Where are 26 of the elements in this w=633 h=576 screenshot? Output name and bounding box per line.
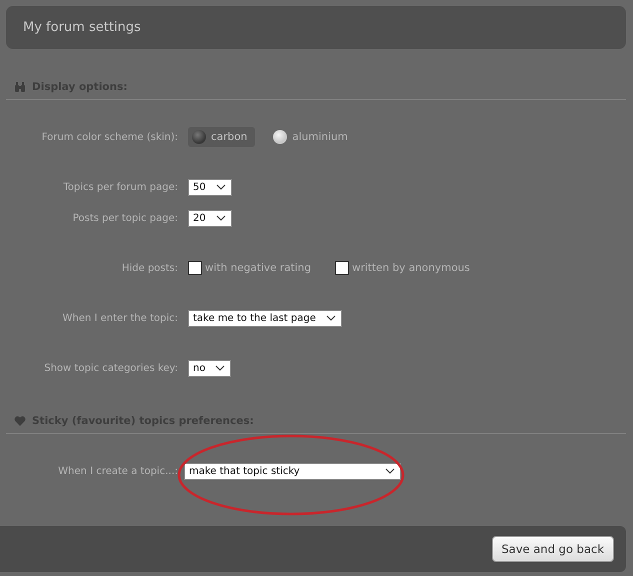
chevron-icon [216,184,226,190]
checkbox[interactable] [188,261,202,275]
save-button[interactable]: Save and go back [492,536,614,562]
dropdown[interactable]: no [188,360,232,376]
dropdown[interactable]: take me to the last page [188,310,342,326]
chevron-icon [215,365,226,371]
dropdown[interactable]: make that topic sticky [184,462,401,480]
binoculars-icon [14,81,26,93]
field-label: Topics per forum page: [62,182,178,192]
dropdown[interactable]: 20 [188,210,232,226]
dropdown[interactable]: 50 [188,178,232,196]
checkbox-label: written by anonymous [352,262,470,274]
chevron-icon [216,215,226,221]
checkbox[interactable] [334,261,349,275]
field-label: When I enter the topic: [62,312,178,324]
field-label: Hide posts: [120,262,178,274]
field-label: Posts per topic page: [72,212,178,224]
field-label: Show topic categories key: [43,362,178,374]
chevron-icon [385,468,395,474]
chevron-icon [326,315,336,321]
field-label: Forum color scheme (skin): [40,132,178,142]
checkbox-label: with negative rating [205,262,311,274]
heart-icon [14,415,26,427]
field-label: When I create a topic...: [57,466,178,476]
page-title: My forum settings [23,20,141,35]
radio-option[interactable]: carbon [188,127,256,147]
